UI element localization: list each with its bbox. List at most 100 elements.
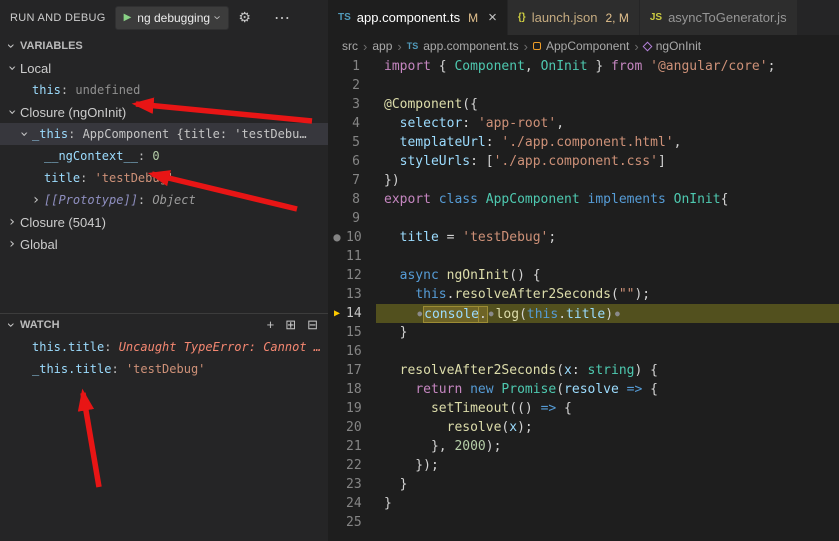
code-token: ) { xyxy=(634,363,657,378)
variable-row[interactable]: ›Local xyxy=(0,57,328,79)
tree-text: : xyxy=(111,362,125,376)
code-token: { xyxy=(556,401,572,416)
chevron-down-icon: › xyxy=(4,317,20,333)
variables-section-header[interactable]: › VARIABLES xyxy=(0,35,328,57)
variable-row[interactable]: __ngContext__: 0 xyxy=(0,145,328,167)
ts-file-icon: TS xyxy=(338,12,351,23)
breadcrumb-item-AppComponent[interactable]: AppComponent xyxy=(533,39,629,53)
breakpoint-gutter[interactable] xyxy=(328,323,346,342)
breakpoint-icon[interactable]: ● xyxy=(328,228,346,247)
git-status-badge: M xyxy=(468,11,478,25)
code-token: ngOnInit xyxy=(447,268,510,283)
code-token: 2000 xyxy=(454,439,485,454)
code-token: resolve xyxy=(564,382,619,397)
code-token: ); xyxy=(634,287,650,302)
variable-row[interactable]: ›Global xyxy=(0,233,328,255)
watch-tree: this.title: Uncaught TypeError: Cannot …… xyxy=(0,336,328,380)
breakpoint-gutter[interactable] xyxy=(328,361,346,380)
breadcrumb-item-src[interactable]: src xyxy=(342,39,358,53)
chevron-right-icon[interactable]: › xyxy=(4,214,20,230)
code-text: this.resolveAfter2Seconds(""); xyxy=(376,285,839,304)
breakpoint-gutter[interactable] xyxy=(328,285,346,304)
more-actions-icon[interactable]: ⋯ xyxy=(274,8,290,28)
code-token: = xyxy=(439,230,462,245)
variable-row[interactable]: this: undefined xyxy=(0,79,328,101)
breakpoint-gutter[interactable] xyxy=(328,95,346,114)
line-number: 25 xyxy=(346,513,376,532)
variable-row[interactable]: ›Closure (5041) xyxy=(0,211,328,233)
breakpoint-gutter[interactable] xyxy=(328,494,346,513)
chevron-down-icon[interactable]: › xyxy=(4,104,20,120)
variable-row[interactable]: ›_this: AppComponent {title: 'testDebu… xyxy=(0,123,328,145)
line-number: 9 xyxy=(346,209,376,228)
tab-label: launch.json xyxy=(532,10,598,25)
chevron-right-icon[interactable]: › xyxy=(4,236,20,252)
breakpoint-gutter[interactable] xyxy=(328,114,346,133)
breakpoint-gutter[interactable] xyxy=(328,342,346,361)
collapse-all-icon[interactable]: ⊟ xyxy=(307,317,318,333)
breakpoint-gutter[interactable] xyxy=(328,152,346,171)
breadcrumb-item-app.component.ts[interactable]: TSapp.component.ts xyxy=(407,39,519,53)
debug-config-dropdown[interactable]: ▶ ng debugging › xyxy=(115,6,230,30)
breakpoint-gutter[interactable] xyxy=(328,475,346,494)
code-token: setTimeout xyxy=(431,401,509,416)
breadcrumb-label: app.component.ts xyxy=(423,39,518,53)
breakpoint-gutter[interactable] xyxy=(328,247,346,266)
vscode-window: RUN AND DEBUG ▶ ng debugging › ⚙ ⋯ › VAR… xyxy=(0,0,839,541)
breakpoint-gutter[interactable] xyxy=(328,133,346,152)
code-token: ) xyxy=(605,307,613,322)
breakpoint-gutter[interactable] xyxy=(328,171,346,190)
breakpoint-gutter[interactable] xyxy=(328,513,346,532)
watch-row[interactable]: _this.title: 'testDebug' xyxy=(0,358,328,380)
line-number: 24 xyxy=(346,494,376,513)
code-area[interactable]: 1import { Component, OnInit } from '@ang… xyxy=(328,57,839,541)
breadcrumb-item-ngOnInit[interactable]: ngOnInit xyxy=(644,39,701,53)
tab-app.component.ts[interactable]: TSapp.component.tsM× xyxy=(328,0,508,35)
breakpoint-gutter[interactable] xyxy=(328,399,346,418)
tree-text: : xyxy=(61,83,75,97)
tree-text: Closure (5041) xyxy=(20,215,106,230)
breadcrumb-label: AppComponent xyxy=(546,39,629,53)
breakpoint-gutter[interactable] xyxy=(328,57,346,76)
breakpoint-gutter[interactable] xyxy=(328,190,346,209)
breadcrumb-item-app[interactable]: app xyxy=(372,39,392,53)
variable-row[interactable]: ›Closure (ngOnInit) xyxy=(0,101,328,123)
code-token: title xyxy=(566,307,605,322)
code-token xyxy=(384,363,400,378)
breakpoint-gutter[interactable] xyxy=(328,209,346,228)
tree-text: title xyxy=(44,171,80,185)
code-token xyxy=(642,59,650,74)
code-text: import { Component, OnInit } from '@angu… xyxy=(376,57,839,76)
start-debugging-icon[interactable]: ▶ xyxy=(124,12,132,23)
code-token: export xyxy=(384,192,431,207)
breakpoint-gutter[interactable] xyxy=(328,266,346,285)
chevron-down-icon[interactable]: › xyxy=(4,60,20,76)
close-icon[interactable]: × xyxy=(488,9,497,26)
inline-breakpoint-icon: ● xyxy=(417,309,422,318)
debug-current-line-arrow-icon[interactable]: ▶ xyxy=(328,304,346,323)
breakpoint-gutter[interactable] xyxy=(328,418,346,437)
variable-row[interactable]: ›[[Prototype]]: Object xyxy=(0,189,328,211)
chevron-right-icon[interactable]: › xyxy=(28,192,44,208)
variable-row[interactable]: title: 'testDebug' xyxy=(0,167,328,189)
line-number: 5 xyxy=(346,133,376,152)
watch-row[interactable]: this.title: Uncaught TypeError: Cannot … xyxy=(0,336,328,358)
add-expression-icon[interactable]: + xyxy=(267,317,275,333)
code-line-11: 11 xyxy=(328,247,839,266)
watch-section-header[interactable]: › WATCH +⊞⊟ xyxy=(0,314,328,336)
line-number: 16 xyxy=(346,342,376,361)
code-token: Promise xyxy=(501,382,556,397)
breakpoint-gutter[interactable] xyxy=(328,76,346,95)
open-panes-icon[interactable]: ⊞ xyxy=(285,317,296,333)
gear-icon[interactable]: ⚙ xyxy=(238,9,251,26)
code-token: => xyxy=(541,401,557,416)
tab-asyncToGenerator.js[interactable]: JSasyncToGenerator.js xyxy=(640,0,798,35)
chevron-down-icon[interactable]: › xyxy=(16,126,32,142)
breakpoint-gutter[interactable] xyxy=(328,380,346,399)
code-token: { xyxy=(431,59,454,74)
tree-text: : xyxy=(68,127,82,141)
breakpoint-gutter[interactable] xyxy=(328,456,346,475)
tab-launch.json[interactable]: {}launch.json2, M xyxy=(508,0,640,35)
breakpoint-gutter[interactable] xyxy=(328,437,346,456)
tree-text: 0 xyxy=(152,149,159,163)
